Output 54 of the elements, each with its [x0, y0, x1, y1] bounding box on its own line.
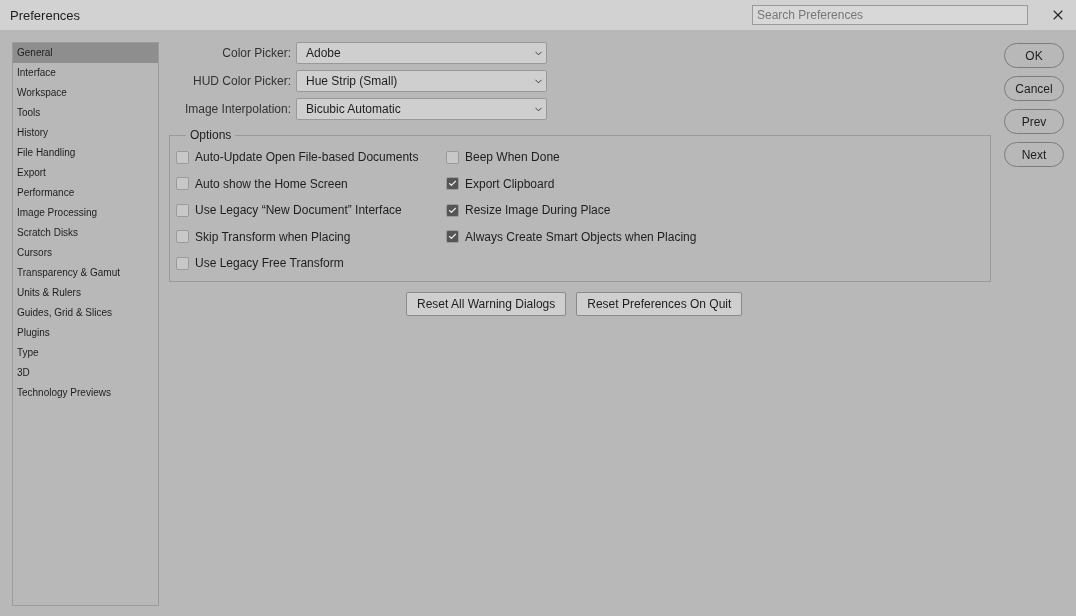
sidebar-item[interactable]: Transparency & Gamut	[13, 263, 158, 283]
sidebar-item[interactable]: Image Processing	[13, 203, 158, 223]
checkbox-label: Use Legacy “New Document” Interface	[195, 203, 402, 218]
field-label: HUD Color Picker:	[192, 73, 291, 90]
checkbox-label: Auto-Update Open File-based Documents	[195, 150, 419, 165]
checkbox[interactable]	[446, 230, 459, 244]
checkmark-icon	[448, 205, 457, 215]
sidebar-item[interactable]: Guides, Grid & Slices	[13, 303, 158, 323]
sidebar-item[interactable]: Export	[13, 163, 158, 183]
checkbox-label: Use Legacy Free Transform	[195, 256, 344, 271]
sidebar-item[interactable]: Tools	[13, 103, 158, 123]
sidebar-item[interactable]: File Handling	[13, 143, 158, 163]
checkbox[interactable]	[176, 150, 189, 164]
reset-button[interactable]: Reset All Warning Dialogs	[406, 291, 567, 316]
checkbox[interactable]	[176, 230, 189, 244]
checkbox[interactable]	[176, 256, 189, 270]
checkbox[interactable]	[176, 177, 189, 191]
checkbox-label: Export Clipboard	[465, 176, 555, 191]
dropdown[interactable]: Hue Strip (Small)	[296, 70, 547, 92]
checkbox-label: Auto show the Home Screen	[195, 176, 348, 191]
checkmark-icon	[448, 232, 457, 242]
dialog-button[interactable]: Prev	[1004, 109, 1064, 134]
sidebar-item[interactable]: Interface	[13, 63, 158, 83]
checkbox-label: Beep When Done	[465, 150, 560, 165]
reset-button[interactable]: Reset Preferences On Quit	[576, 291, 743, 316]
sidebar-item[interactable]: Units & Rulers	[13, 283, 158, 303]
sidebar-item[interactable]: Plugins	[13, 323, 158, 343]
field-label: Color Picker:	[221, 45, 291, 62]
sidebar-item[interactable]: Type	[13, 343, 158, 363]
sidebar-item[interactable]: 3D	[13, 363, 158, 383]
dialog-button[interactable]: OK	[1004, 43, 1064, 68]
dialog-button[interactable]: Cancel	[1004, 76, 1064, 101]
sidebar-item[interactable]: Cursors	[13, 243, 158, 263]
checkbox-label: Skip Transform when Placing	[195, 229, 351, 244]
dropdown[interactable]: Adobe	[296, 42, 547, 64]
sidebar-item[interactable]: History	[13, 123, 158, 143]
sidebar-item[interactable]: Workspace	[13, 83, 158, 103]
checkbox[interactable]	[446, 150, 459, 164]
group-title: Options	[189, 128, 233, 142]
checkbox[interactable]	[446, 203, 459, 217]
dropdown[interactable]: Bicubic Automatic	[296, 98, 547, 120]
sidebar-item[interactable]: General	[13, 43, 158, 63]
checkbox[interactable]	[176, 203, 189, 217]
sidebar-item[interactable]: Performance	[13, 183, 158, 203]
checkbox-label: Always Create Smart Objects when Placing	[465, 229, 697, 244]
checkbox[interactable]	[446, 177, 459, 191]
dialog-button[interactable]: Next	[1004, 142, 1064, 167]
checkmark-icon	[448, 179, 457, 189]
sidebar-item[interactable]: Scratch Disks	[13, 223, 158, 243]
window-title: Preferences	[10, 7, 82, 23]
checkbox-label: Resize Image During Place	[465, 203, 611, 218]
search-field[interactable]: Search Preferences	[752, 5, 1028, 25]
field-label: Image Interpolation:	[183, 101, 291, 118]
sidebar-item[interactable]: Technology Previews	[13, 383, 158, 403]
